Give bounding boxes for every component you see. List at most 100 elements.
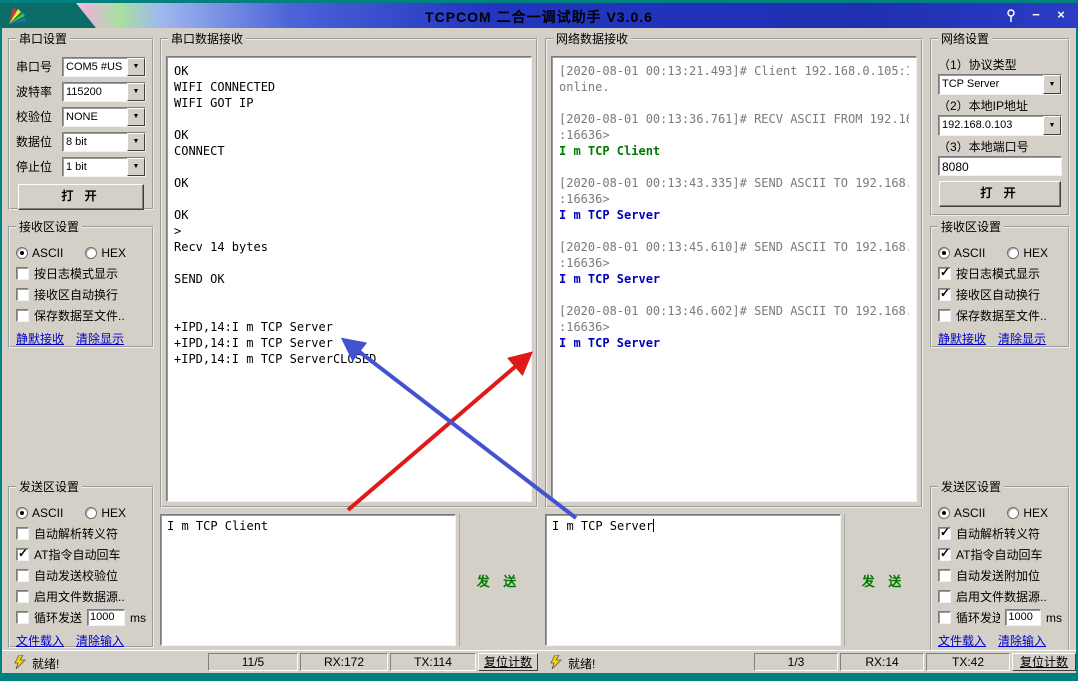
loop-unit-label: ms [130, 611, 146, 625]
chevron-down-icon[interactable]: ▼ [1043, 75, 1061, 94]
network-send-button[interactable]: 发 送 [844, 514, 923, 646]
log-mode-checkbox[interactable] [16, 267, 29, 280]
serial-settings-group: 串口设置 串口号 COM5 #US ▼ 波特率 115200 ▼ 校验位 NON… [8, 38, 154, 210]
loop-send-checkbox[interactable] [16, 611, 29, 624]
minimize-button[interactable]: − [1027, 7, 1045, 23]
hex-radio-label: HEX [101, 506, 126, 520]
file-load-link[interactable]: 文件载入 [938, 632, 986, 649]
hex-radio-label: HEX [101, 246, 126, 260]
auto-wrap-checkbox[interactable] [16, 288, 29, 301]
chevron-down-icon[interactable]: ▼ [127, 83, 145, 101]
hex-radio[interactable] [1007, 507, 1019, 519]
hex-radio[interactable] [85, 247, 97, 259]
file-load-link[interactable]: 文件载入 [16, 632, 64, 649]
terminal-line: :16636> [559, 319, 909, 335]
file-source-checkbox[interactable] [16, 590, 29, 603]
send-format-row: ASCII HEX [16, 502, 146, 523]
serial-send-button[interactable]: 发 送 [459, 514, 538, 646]
terminal-line [174, 191, 524, 207]
serial-status-text: 就绪! [32, 655, 59, 672]
network-open-button[interactable]: 打 开 [939, 181, 1061, 207]
clear-input-link[interactable]: 清除输入 [76, 632, 124, 649]
serial-send-text: I m TCP Client [167, 519, 268, 533]
file-source-checkbox[interactable] [938, 590, 951, 603]
hex-radio[interactable] [1007, 247, 1019, 259]
network-settings-group: 网络设置 （1）协议类型 TCP Server ▼ （2）本地IP地址 192.… [930, 38, 1070, 216]
chevron-down-icon[interactable]: ▼ [1043, 116, 1061, 135]
group-title: 发送区设置 [16, 480, 82, 494]
escape-parse-checkbox[interactable] [16, 527, 29, 540]
com-port-select[interactable]: COM5 #US ▼ [62, 57, 146, 77]
text-caret [653, 519, 654, 532]
option-row: 自动发送校验位 [16, 565, 146, 586]
file-source-label: 启用文件数据源.. [34, 588, 125, 605]
escape-parse-checkbox[interactable] [938, 527, 951, 540]
network-status-text: 就绪! [568, 655, 595, 672]
auto-wrap-label: 接收区自动换行 [956, 286, 1040, 303]
local-ip-label: （2）本地IP地址 [938, 95, 1062, 115]
parity-select[interactable]: NONE ▼ [62, 107, 146, 127]
terminal-line [559, 95, 909, 111]
parity-row: 校验位 NONE ▼ [16, 104, 146, 129]
ascii-radio[interactable] [938, 507, 950, 519]
recv-links-row: 静默接收 清除显示 [938, 330, 1062, 347]
protocol-type-value: TCP Server [939, 75, 1043, 94]
option-row: 按日志模式显示 [938, 263, 1062, 284]
auto-wrap-checkbox[interactable] [938, 288, 951, 301]
protocol-type-label: （1）协议类型 [938, 54, 1062, 74]
save-to-file-checkbox[interactable] [938, 309, 951, 322]
chevron-down-icon[interactable]: ▼ [127, 58, 145, 76]
at-auto-enter-checkbox[interactable] [938, 548, 951, 561]
network-reset-count-button[interactable]: 复位计数 [1012, 653, 1076, 671]
serial-send-input[interactable]: I m TCP Client [160, 514, 456, 646]
clear-display-link[interactable]: 清除显示 [998, 330, 1046, 347]
log-mode-checkbox[interactable] [938, 267, 951, 280]
local-port-input[interactable]: 8080 [938, 156, 1062, 176]
loop-interval-input[interactable]: 1000 [87, 609, 125, 626]
titlebar[interactable]: TCPCOM 二合一调试助手 V3.0.6 − × [0, 3, 1078, 28]
at-auto-enter-checkbox[interactable] [16, 548, 29, 561]
ascii-radio[interactable] [16, 247, 28, 259]
ascii-radio[interactable] [938, 247, 950, 259]
data-bits-select[interactable]: 8 bit ▼ [62, 132, 146, 152]
protocol-type-select[interactable]: TCP Server ▼ [938, 74, 1062, 95]
ascii-radio[interactable] [16, 507, 28, 519]
network-rx-counter: RX:14 [840, 653, 924, 671]
group-title: 网络设置 [938, 32, 992, 46]
data-bits-label: 数据位 [16, 133, 62, 150]
file-source-label: 启用文件数据源.. [956, 588, 1047, 605]
auto-checksum-checkbox[interactable] [16, 569, 29, 582]
terminal-line: [2020-08-01 00:13:46.602]# SEND ASCII TO… [559, 303, 909, 319]
auto-append-label: 自动发送附加位 [956, 567, 1040, 584]
group-title: 接收区设置 [16, 220, 82, 234]
serial-open-button[interactable]: 打 开 [18, 184, 144, 210]
chevron-down-icon[interactable]: ▼ [127, 158, 145, 176]
baud-rate-select[interactable]: 115200 ▼ [62, 82, 146, 102]
stop-bits-select[interactable]: 1 bit ▼ [62, 157, 146, 177]
network-page-counter: 1/3 [754, 653, 838, 671]
network-receive-area[interactable]: [2020-08-01 00:13:21.493]# Client 192.16… [551, 56, 917, 502]
silent-receive-link[interactable]: 静默接收 [16, 330, 64, 347]
loop-send-checkbox[interactable] [938, 611, 951, 624]
clear-input-link[interactable]: 清除输入 [998, 632, 1046, 649]
close-button[interactable]: × [1052, 7, 1070, 23]
auto-append-checkbox[interactable] [938, 569, 951, 582]
status-icon [550, 655, 562, 672]
local-ip-select[interactable]: 192.168.0.103 ▼ [938, 115, 1062, 136]
chevron-down-icon[interactable]: ▼ [127, 108, 145, 126]
terminal-line: online. [559, 79, 909, 95]
option-row: AT指令自动回车 [938, 544, 1062, 565]
terminal-line: Recv 14 bytes [174, 239, 524, 255]
chevron-down-icon[interactable]: ▼ [127, 133, 145, 151]
pin-button[interactable] [1002, 7, 1020, 23]
silent-receive-link[interactable]: 静默接收 [938, 330, 986, 347]
network-send-input[interactable]: I m TCP Server [545, 514, 841, 646]
clear-display-link[interactable]: 清除显示 [76, 330, 124, 347]
serial-send-row: I m TCP Client 发 送 [160, 514, 538, 646]
save-to-file-checkbox[interactable] [16, 309, 29, 322]
panel-title: 网络数据接收 [553, 32, 631, 46]
serial-reset-count-button[interactable]: 复位计数 [478, 653, 538, 671]
serial-receive-area[interactable]: OKWIFI CONNECTEDWIFI GOT IPOKCONNECTOKOK… [166, 56, 532, 502]
loop-interval-input[interactable]: 1000 [1005, 609, 1041, 626]
hex-radio[interactable] [85, 507, 97, 519]
